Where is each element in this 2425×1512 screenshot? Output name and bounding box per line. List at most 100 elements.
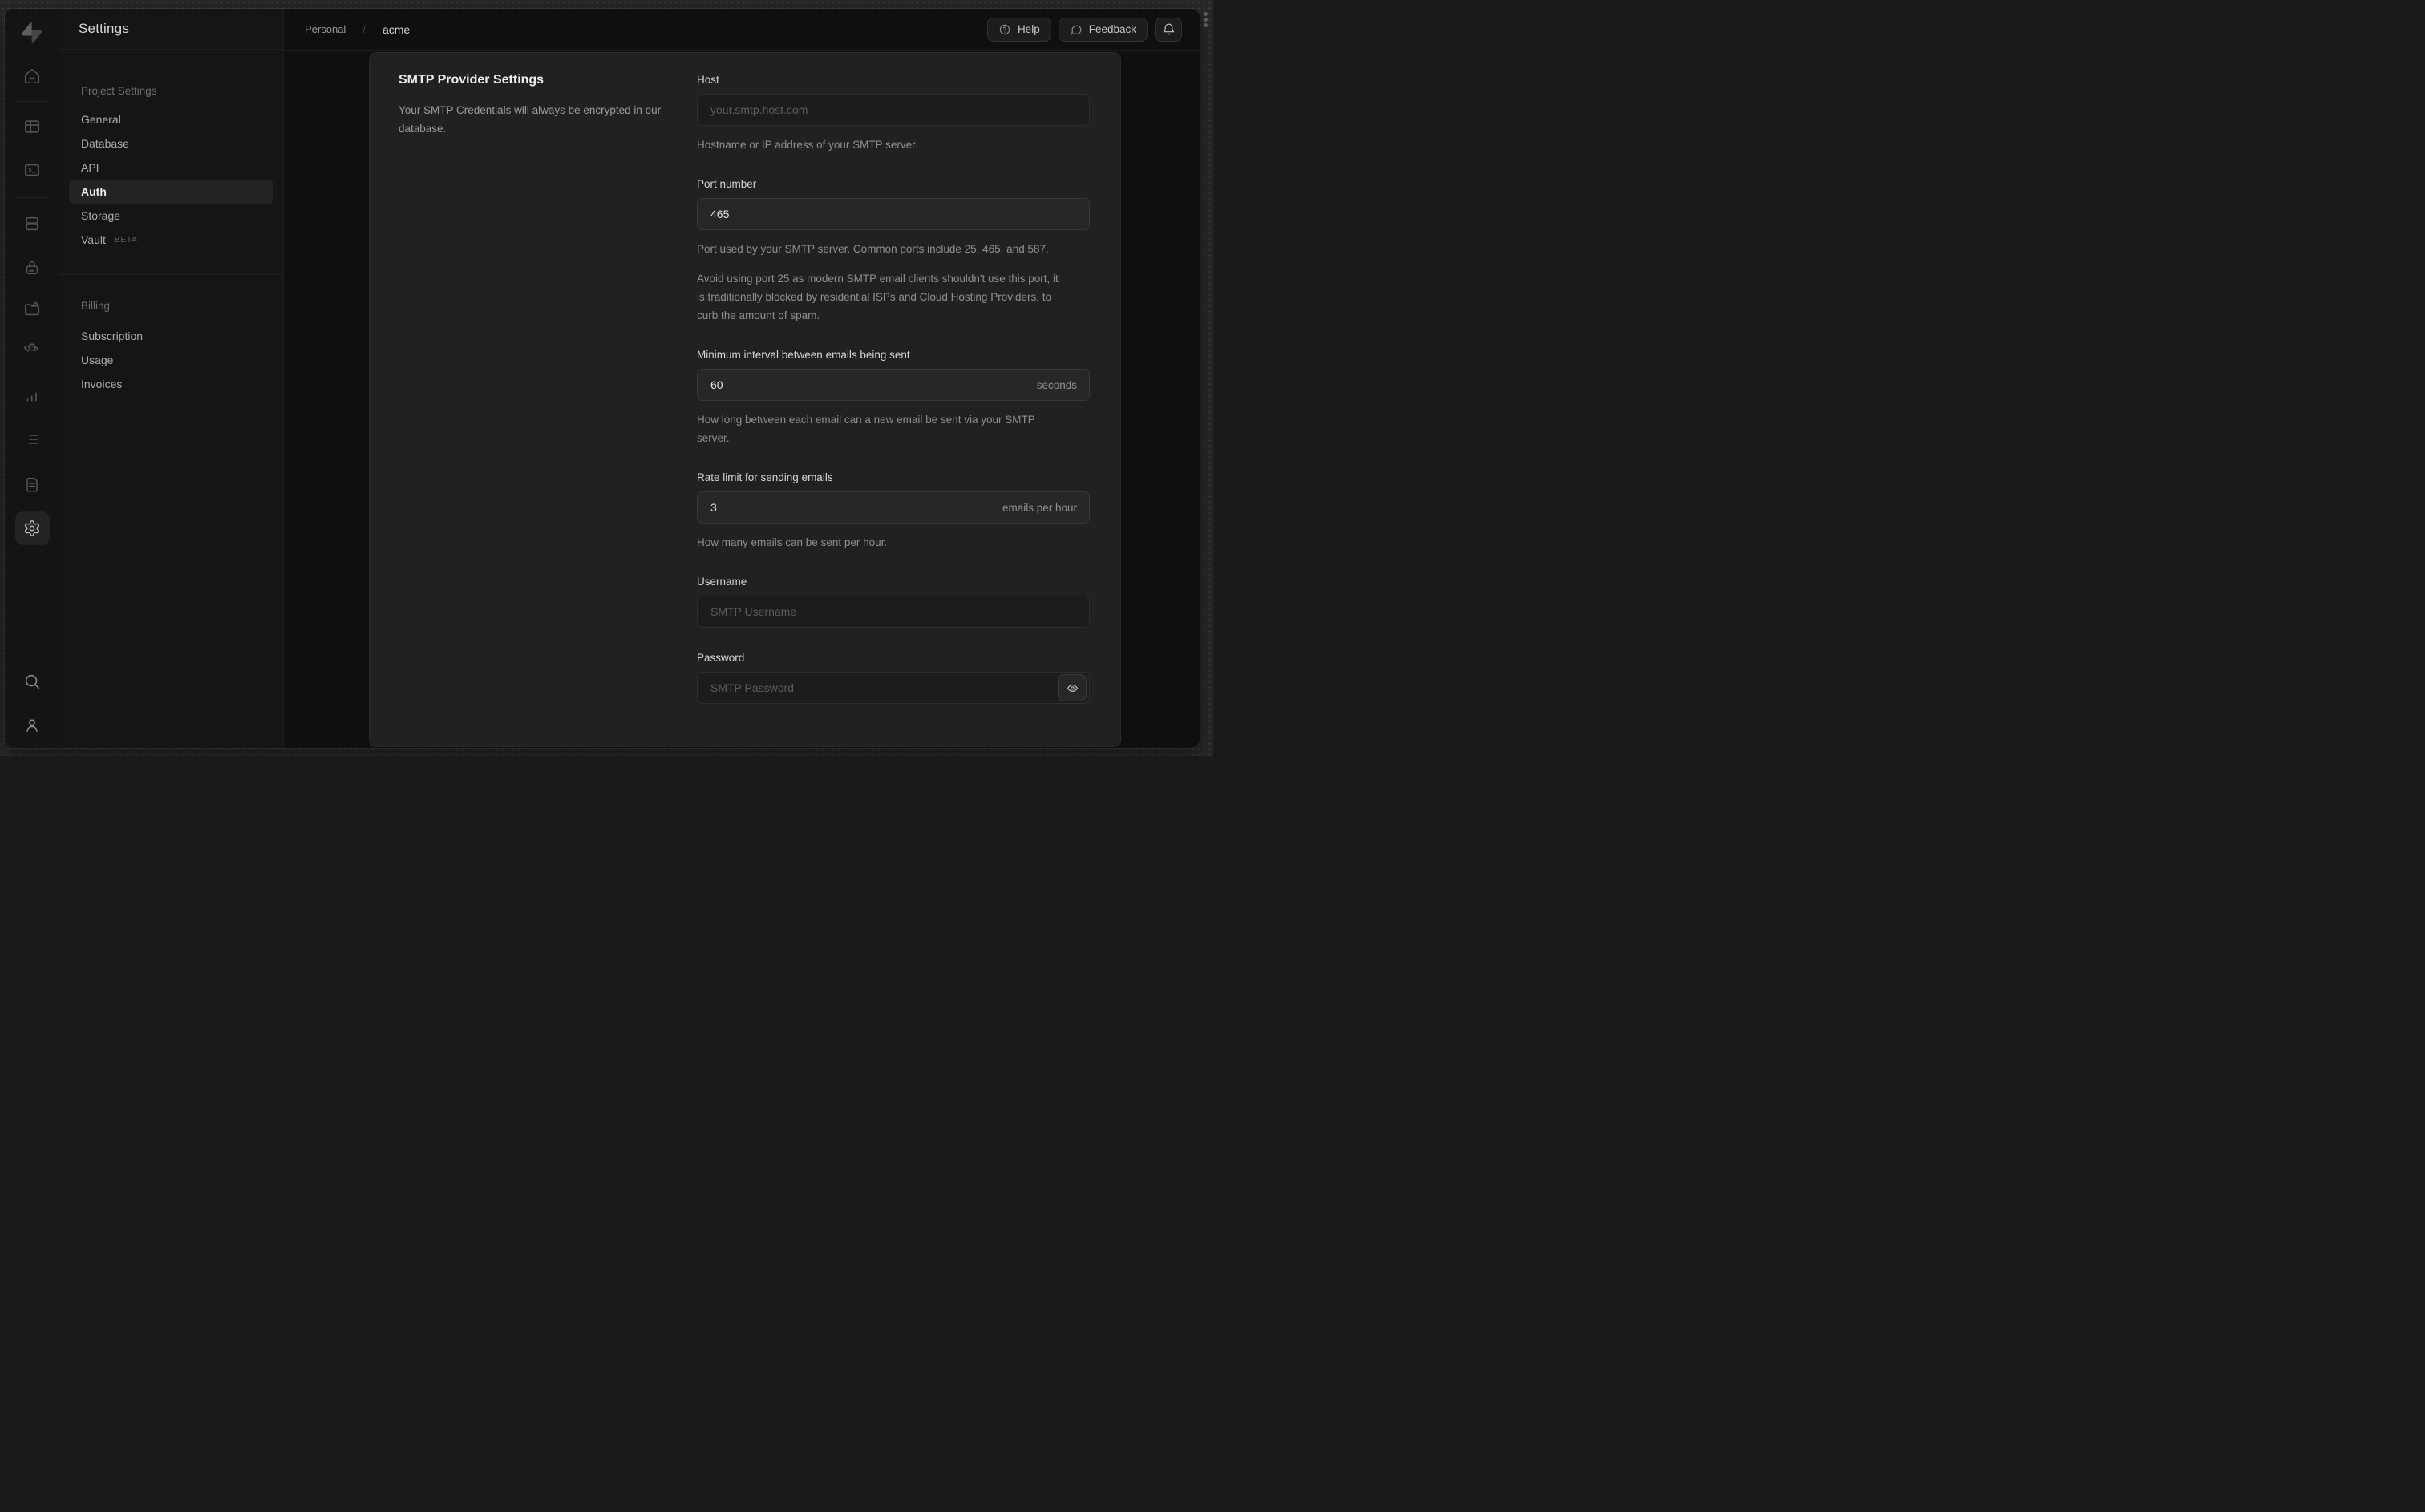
feedback-button[interactable]: Feedback — [1058, 17, 1148, 42]
port-input[interactable] — [697, 198, 1090, 230]
window-scrollbar-dot — [1204, 12, 1208, 16]
nav-divider — [59, 274, 283, 275]
header-actions: Help Feedback — [986, 17, 1182, 42]
reveal-password-button[interactable] — [1058, 674, 1087, 701]
nav-item-database[interactable]: Database — [69, 131, 273, 156]
content-area: SMTP Provider Settings Your SMTP Credent… — [284, 51, 1200, 748]
port-helper: Port used by your SMTP server. Common po… — [697, 243, 1049, 255]
help-circle-icon — [999, 24, 1010, 34]
rail-item-search[interactable] — [23, 673, 41, 690]
host-field-group: Host Hostname or IP address of your SMTP… — [697, 72, 1090, 154]
rail-item-logs[interactable] — [23, 431, 41, 448]
window-scrollbar-dot — [1204, 18, 1208, 22]
user-icon — [26, 719, 38, 733]
section-description: Your SMTP Credentials will always be enc… — [399, 104, 662, 135]
rail-item-account[interactable] — [23, 717, 41, 734]
username-field-group: Username — [697, 574, 1090, 628]
rate-limit-input[interactable] — [697, 491, 1090, 524]
smtp-form: Host Hostname or IP address of your SMTP… — [697, 72, 1090, 746]
reports-chart-icon — [26, 392, 37, 402]
nav-section-project-settings: Project Settings — [81, 84, 157, 97]
top-header: Personal / acme Help Feedback — [284, 9, 1200, 51]
interval-input[interactable] — [697, 369, 1090, 401]
interval-label: Minimum interval between emails being se… — [697, 349, 910, 361]
password-field-group: Password — [697, 650, 1090, 704]
storage-folder-icon — [24, 301, 39, 316]
rail-item-database[interactable] — [23, 215, 41, 232]
interval-field-group: Minimum interval between emails being se… — [697, 347, 1090, 447]
settings-nav: Settings Project Settings General Databa… — [59, 9, 284, 748]
feedback-button-label: Feedback — [1088, 23, 1136, 35]
nav-item-general[interactable]: General — [69, 107, 273, 131]
port-helper-warning: Avoid using port 25 as modern SMTP email… — [697, 273, 1059, 321]
settings-nav-body: Project Settings General Database API Au… — [59, 50, 283, 396]
username-label: Username — [697, 576, 747, 588]
nav-item-storage[interactable]: Storage — [69, 204, 273, 228]
username-input[interactable] — [697, 596, 1090, 628]
section-title: SMTP Provider Settings — [399, 73, 545, 87]
help-button-label: Help — [1017, 23, 1040, 35]
rail-item-storage[interactable] — [23, 300, 41, 317]
password-input-wrap — [697, 672, 1090, 704]
smtp-card-intro: SMTP Provider Settings Your SMTP Credent… — [399, 72, 671, 746]
rail-item-api-docs[interactable] — [23, 476, 41, 494]
nav-section-billing: Billing — [81, 299, 111, 312]
rail-item-table-editor[interactable] — [23, 118, 41, 135]
port-label: Port number — [697, 178, 757, 190]
rate-limit-label: Rate limit for sending emails — [697, 471, 833, 483]
desktop-background: Settings Project Settings General Databa… — [0, 0, 1212, 756]
eye-icon — [1067, 684, 1078, 692]
supabase-bolt-icon — [21, 22, 42, 43]
sql-editor-icon — [24, 164, 39, 176]
host-input-wrap — [697, 94, 1090, 126]
edge-functions-orbit-icon — [23, 343, 38, 352]
home-icon — [24, 69, 39, 83]
breadcrumb-separator: / — [362, 23, 366, 35]
page-title: Settings — [79, 21, 130, 36]
feedback-bubble-icon — [1071, 25, 1082, 34]
rail-item-authentication[interactable] — [23, 259, 41, 277]
rate-limit-input-wrap: emails per hour — [697, 491, 1090, 524]
logs-list-icon — [25, 435, 38, 444]
nav-item-invoices[interactable]: Invoices — [69, 372, 273, 396]
rail-item-sql-editor[interactable] — [23, 161, 41, 179]
rail-item-project-settings[interactable] — [23, 519, 41, 537]
rail-item-edge-functions[interactable] — [23, 338, 41, 356]
window-scrollbar-dot — [1204, 23, 1208, 27]
breadcrumb-org[interactable]: Personal — [305, 23, 346, 35]
auth-lock-icon — [26, 261, 38, 275]
password-input[interactable] — [697, 672, 1090, 704]
username-input-wrap — [697, 596, 1090, 628]
nav-item-usage[interactable]: Usage — [69, 348, 273, 372]
app-window: Settings Project Settings General Databa… — [5, 9, 1200, 748]
notifications-button[interactable] — [1155, 17, 1182, 42]
table-editor-icon — [24, 120, 39, 133]
nav-item-vault[interactable]: Vault BETA — [69, 228, 273, 252]
rate-limit-helper: How many emails can be sent per hour. — [697, 536, 888, 548]
icon-rail — [5, 9, 59, 748]
rail-divider — [16, 197, 48, 198]
nav-item-vault-label: Vault — [81, 233, 106, 246]
nav-item-auth[interactable]: Auth — [69, 180, 273, 204]
database-icon — [25, 216, 38, 231]
supabase-logo[interactable] — [21, 22, 43, 43]
rail-item-reports[interactable] — [23, 388, 41, 406]
rate-limit-field-group: Rate limit for sending emails emails per… — [697, 470, 1090, 552]
rail-divider — [16, 101, 48, 102]
nav-item-subscription[interactable]: Subscription — [69, 324, 273, 348]
port-field-group: Port number Port used by your SMTP serve… — [697, 176, 1090, 325]
port-input-wrap — [697, 198, 1090, 230]
beta-badge: BETA — [114, 235, 138, 245]
password-label: Password — [697, 652, 745, 664]
host-label: Host — [697, 74, 719, 86]
host-helper: Hostname or IP address of your SMTP serv… — [697, 139, 918, 151]
nav-item-api[interactable]: API — [69, 156, 273, 180]
interval-input-wrap: seconds — [697, 369, 1090, 401]
breadcrumb-project[interactable]: acme — [383, 23, 410, 36]
help-button[interactable]: Help — [986, 17, 1051, 42]
smtp-settings-card: SMTP Provider Settings Your SMTP Credent… — [369, 52, 1121, 747]
main-area: Personal / acme Help Feedback SMTP Provi… — [284, 9, 1200, 748]
host-input[interactable] — [697, 94, 1090, 126]
bell-icon — [1163, 23, 1174, 35]
rail-item-home[interactable] — [23, 67, 41, 85]
